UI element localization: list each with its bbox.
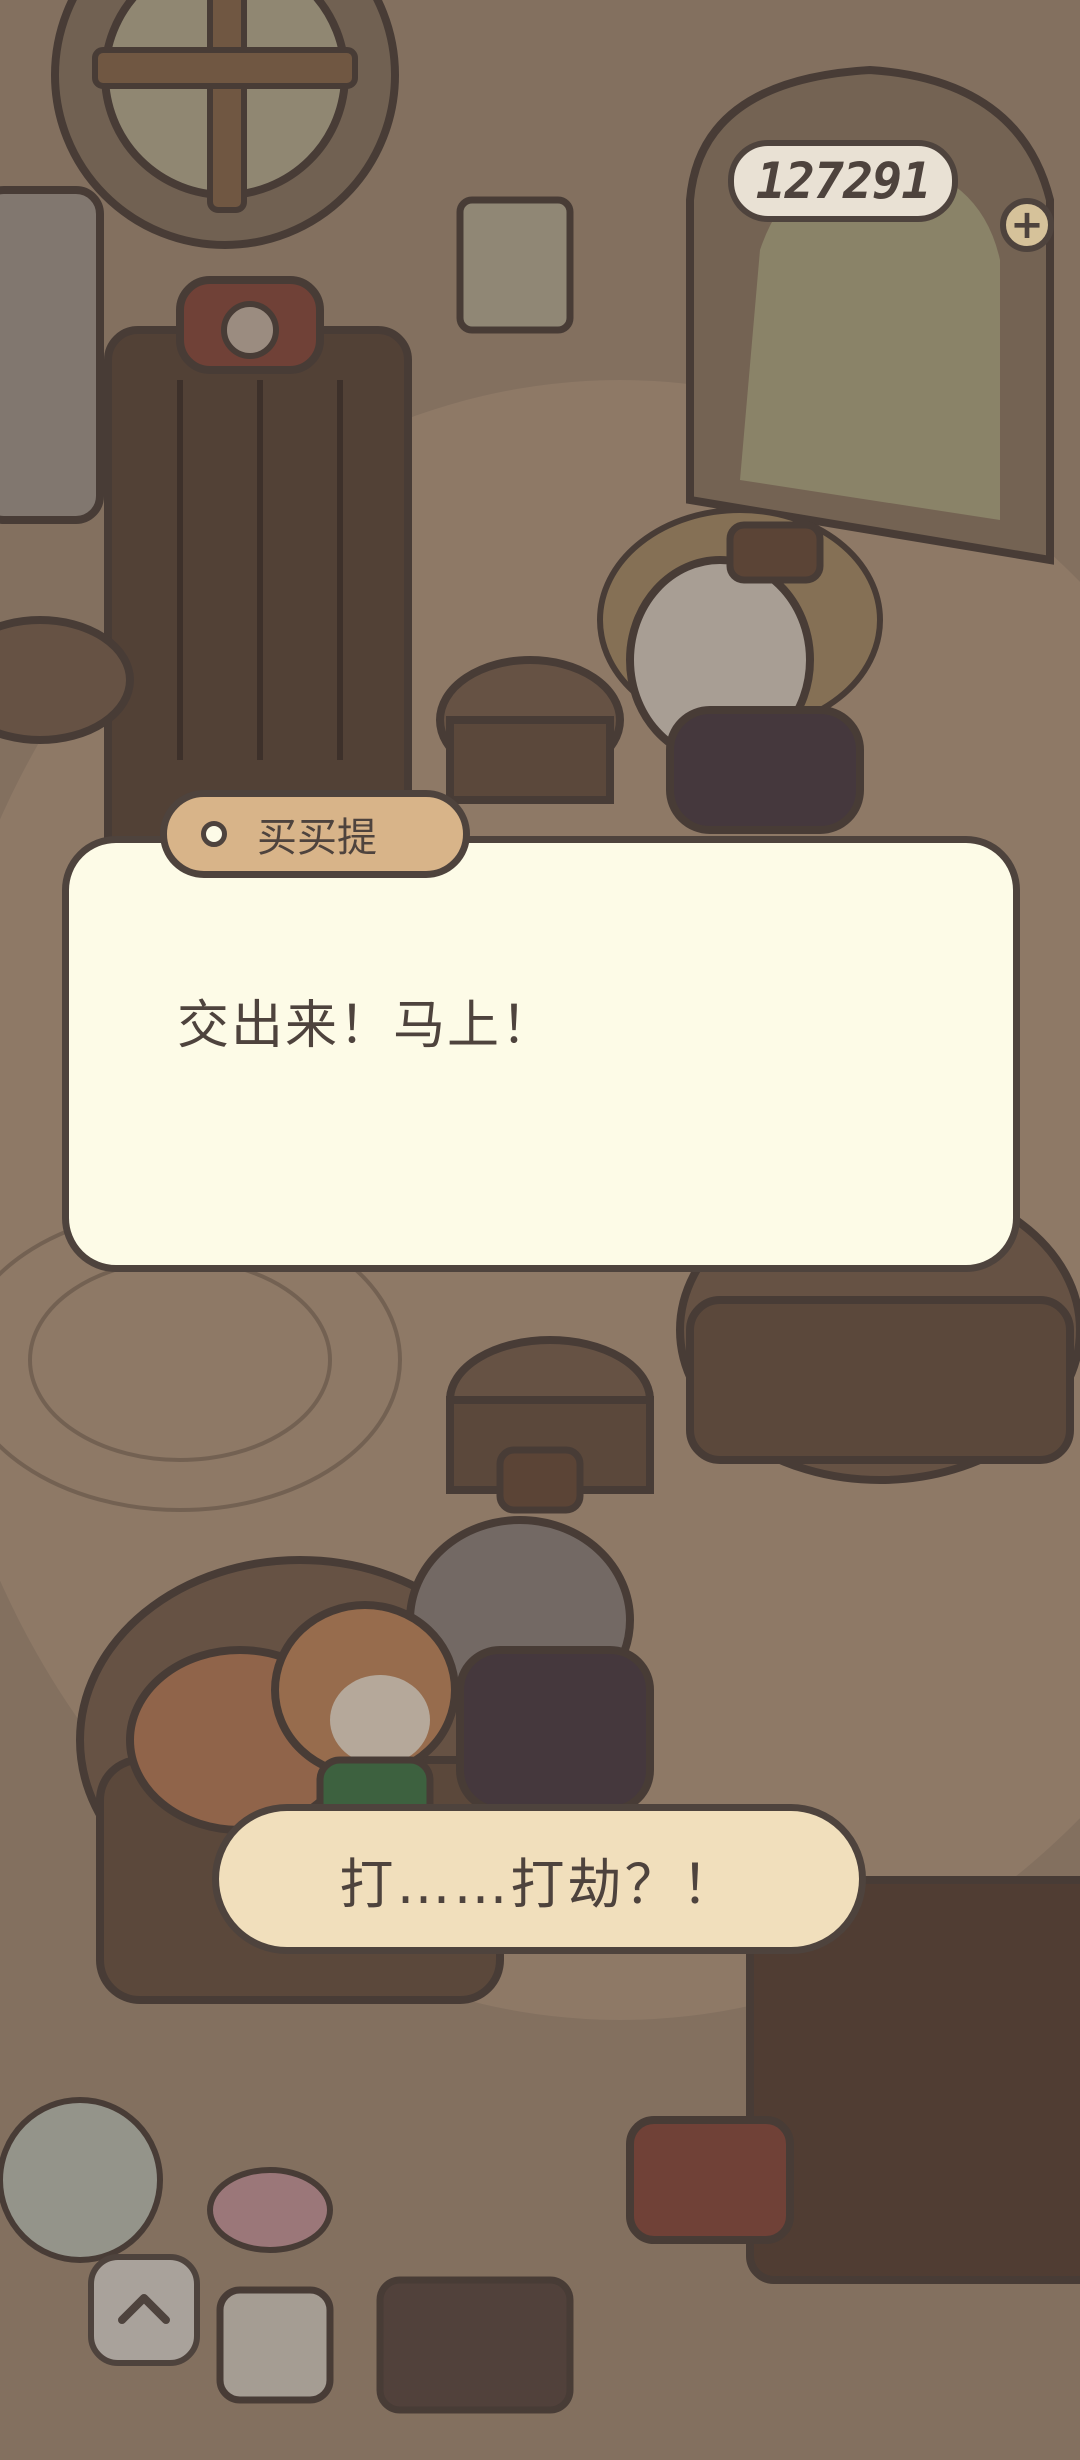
speaker-dot-icon xyxy=(201,821,227,847)
speaker-name-tag: 买买提 xyxy=(160,790,470,878)
add-currency-button[interactable]: + xyxy=(1000,198,1054,252)
dialog-choice-label: 打……打劫？！ xyxy=(339,1852,739,1916)
chevron-up-icon xyxy=(118,2294,170,2324)
dialog-box[interactable]: 交出来！马上！ xyxy=(62,836,1020,1272)
expand-button[interactable] xyxy=(88,2254,200,2366)
dialog-choice-button[interactable]: 打……打劫？！ xyxy=(212,1804,866,1954)
currency-counter: 127291 xyxy=(728,140,958,222)
dialog-message: 交出来！马上！ xyxy=(177,996,556,1056)
speaker-name: 买买提 xyxy=(257,815,377,861)
plus-icon: + xyxy=(1010,202,1044,248)
